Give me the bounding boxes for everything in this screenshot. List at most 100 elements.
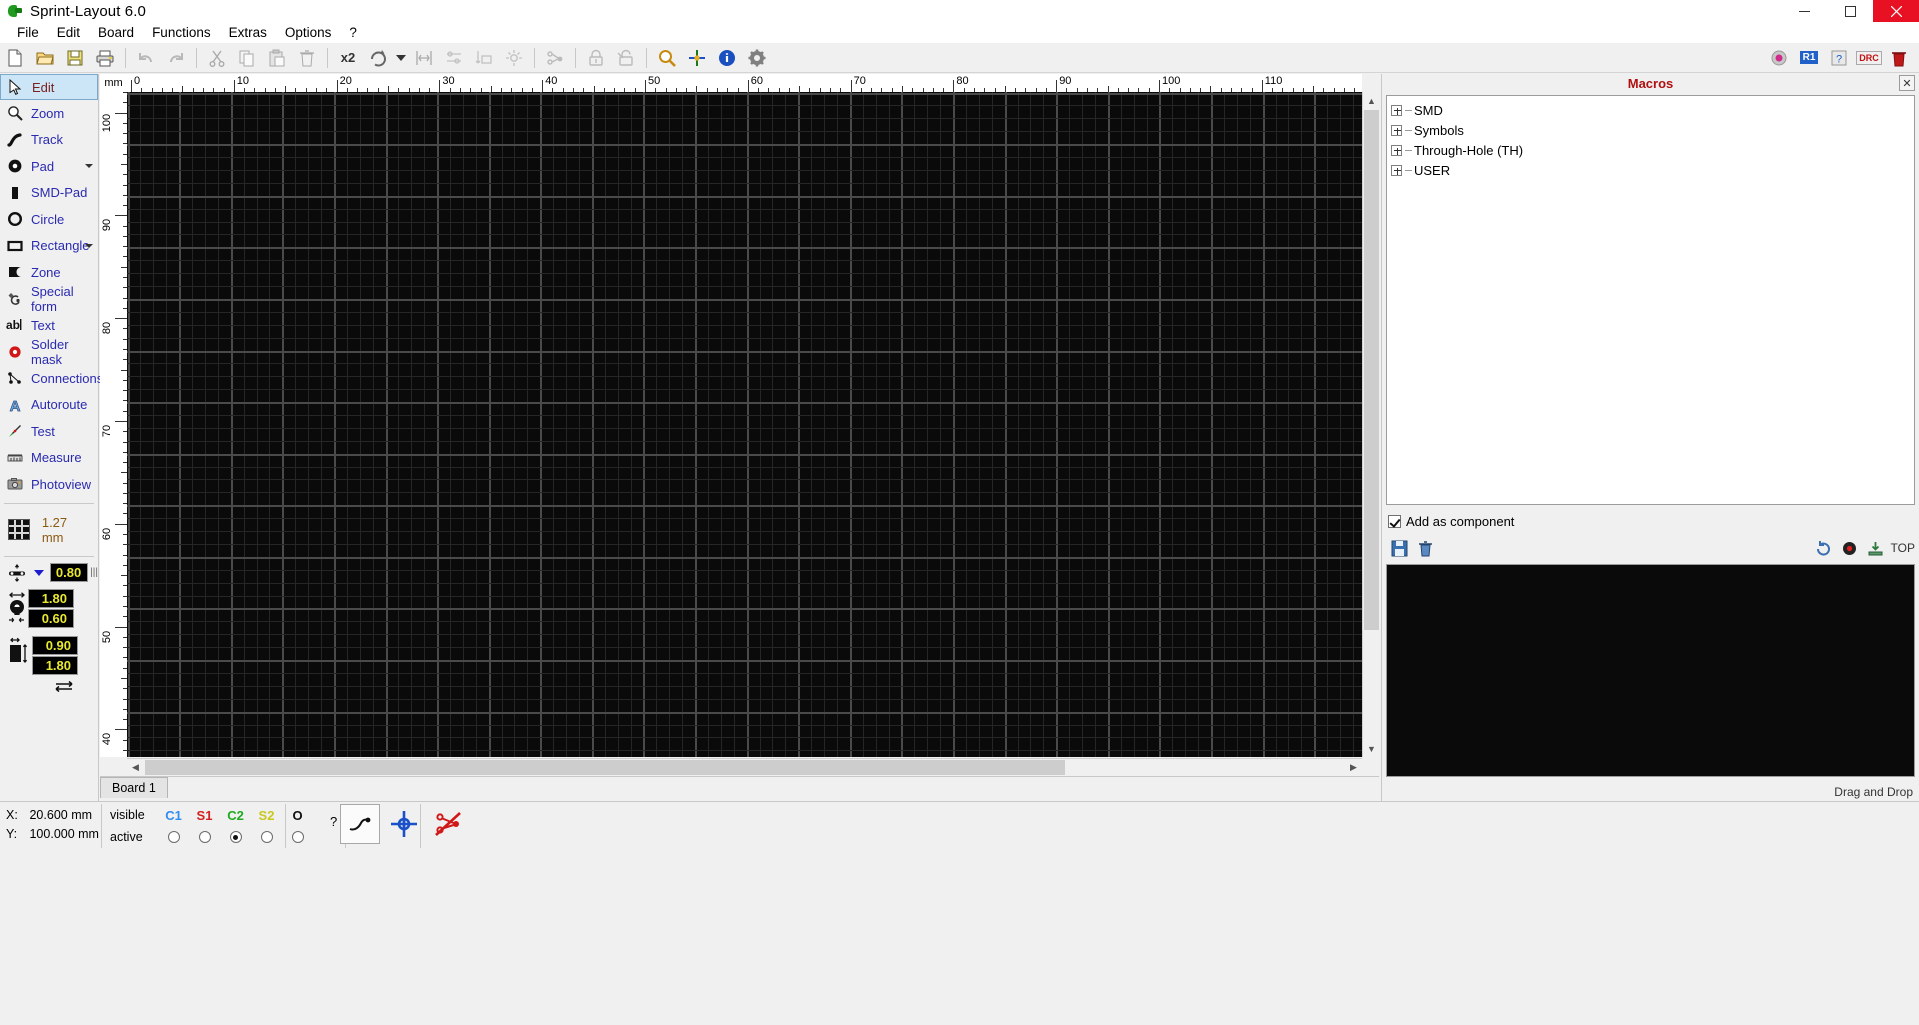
sidebar-item-solder-mask[interactable]: Solder mask bbox=[0, 337, 98, 367]
add-as-component-checkbox[interactable]: Add as component bbox=[1388, 514, 1514, 529]
macro-tree-item-user[interactable]: USER bbox=[1391, 160, 1914, 180]
sidebar-item-zoom[interactable]: Zoom bbox=[0, 100, 98, 127]
cut-icon[interactable] bbox=[203, 45, 231, 71]
swap-arrows-icon[interactable] bbox=[52, 679, 76, 696]
menu-item-extras[interactable]: Extras bbox=[220, 23, 276, 42]
macro-tree-item-symbols[interactable]: Symbols bbox=[1391, 120, 1914, 140]
delete-icon[interactable] bbox=[293, 45, 321, 71]
canvas-horizontal-scrollbar[interactable]: ◀ ▶ bbox=[127, 758, 1362, 775]
canvas-vertical-scrollbar[interactable]: ▲ ▼ bbox=[1362, 92, 1380, 757]
pad-outer-size-value[interactable]: 1.80 bbox=[28, 588, 74, 608]
layer-name-c1[interactable]: C1 bbox=[158, 808, 189, 823]
pad-drill-size-value[interactable]: 0.60 bbox=[28, 608, 74, 628]
crosshair-target-icon[interactable] bbox=[384, 804, 424, 844]
distribute-icon[interactable] bbox=[470, 45, 498, 71]
menu-item-board[interactable]: Board bbox=[89, 23, 143, 42]
rotate-dropdown-icon[interactable] bbox=[394, 45, 408, 71]
close-icon[interactable]: ✕ bbox=[1899, 75, 1915, 91]
rotate-icon[interactable] bbox=[364, 45, 392, 71]
track-width-row[interactable]: 0.80 ||| bbox=[0, 563, 98, 583]
smd-height-value[interactable]: 1.80 bbox=[32, 655, 78, 675]
no-connection-icon[interactable] bbox=[428, 804, 468, 844]
menu-item-functions[interactable]: Functions bbox=[143, 23, 220, 42]
sidebar-item-circle[interactable]: Circle bbox=[0, 206, 98, 233]
macro-tree[interactable]: SMD Symbols Through-Hole (TH) USER bbox=[1386, 95, 1915, 505]
sidebar-item-measure[interactable]: Measure bbox=[0, 445, 98, 472]
drc-icon[interactable]: DRC bbox=[1855, 45, 1883, 71]
save-macro-icon[interactable] bbox=[1386, 536, 1412, 560]
menu-item-help[interactable]: ? bbox=[340, 23, 366, 42]
layer-radio-c1[interactable] bbox=[158, 831, 189, 843]
refresh-macro-icon[interactable] bbox=[1811, 536, 1837, 560]
sidebar-item-zone[interactable]: Zone bbox=[0, 259, 98, 286]
unlock-icon[interactable] bbox=[612, 45, 640, 71]
align-icon[interactable] bbox=[440, 45, 468, 71]
trash-icon[interactable] bbox=[1885, 45, 1913, 71]
macro-tree-item-smd[interactable]: SMD bbox=[1391, 100, 1914, 120]
layer-name-c2[interactable]: C2 bbox=[220, 808, 251, 823]
layer-radio-o[interactable] bbox=[282, 831, 313, 843]
layer-name-s2[interactable]: S2 bbox=[251, 808, 282, 823]
chevron-down-icon[interactable] bbox=[85, 243, 93, 248]
record-macro-icon[interactable] bbox=[1837, 536, 1863, 560]
save-file-icon[interactable] bbox=[61, 45, 89, 71]
track-width-value[interactable]: 0.80 bbox=[50, 563, 89, 582]
group-icon[interactable] bbox=[500, 45, 528, 71]
duplicate-x2-icon[interactable]: x2 bbox=[334, 45, 362, 71]
redo-icon[interactable] bbox=[162, 45, 190, 71]
sidebar-item-photoview[interactable]: Photoview bbox=[0, 471, 98, 498]
sidebar-item-rectangle[interactable]: Rectangle bbox=[0, 233, 98, 260]
vertical-ruler[interactable]: 100 90 80 70 60 50 40 bbox=[100, 92, 127, 757]
board-tab[interactable]: Board 1 bbox=[100, 777, 168, 798]
sidebar-item-test[interactable]: Test bbox=[0, 418, 98, 445]
sidebar-item-special-form[interactable]: Special form bbox=[0, 284, 98, 314]
layer-radio-c2[interactable] bbox=[220, 831, 251, 843]
maximize-icon[interactable] bbox=[1827, 0, 1873, 22]
copy-icon[interactable] bbox=[233, 45, 261, 71]
layer-help-icon[interactable]: ? bbox=[330, 814, 337, 829]
connections-icon[interactable] bbox=[541, 45, 569, 71]
close-icon[interactable] bbox=[1873, 0, 1919, 22]
macro-side-label[interactable]: TOP bbox=[1891, 541, 1915, 555]
layer-name-o[interactable]: O bbox=[282, 808, 313, 823]
help-icon[interactable]: ? bbox=[1825, 45, 1853, 71]
layer-name-s1[interactable]: S1 bbox=[189, 808, 220, 823]
pcb-canvas[interactable] bbox=[127, 92, 1362, 757]
sidebar-item-connections[interactable]: Connections bbox=[0, 365, 103, 392]
settings-gear-icon[interactable] bbox=[743, 45, 771, 71]
checkbox-icon[interactable] bbox=[1388, 515, 1401, 528]
zoom-icon[interactable] bbox=[653, 45, 681, 71]
wire-tool-icon[interactable] bbox=[340, 804, 380, 844]
macro-tree-item-through-hole[interactable]: Through-Hole (TH) bbox=[1391, 140, 1914, 160]
chevron-down-icon[interactable] bbox=[85, 164, 93, 168]
grid-setting-row[interactable]: 1.27 mm bbox=[0, 509, 98, 551]
menu-item-options[interactable]: Options bbox=[276, 23, 341, 42]
layer-radio-s2[interactable] bbox=[251, 831, 282, 843]
horizontal-scroll-thumb[interactable] bbox=[145, 760, 1065, 775]
scroll-left-button[interactable]: ◀ bbox=[127, 759, 144, 776]
horizontal-ruler[interactable]: 0 10 20 30 40 50 60 70 80 90 100 110 bbox=[127, 74, 1362, 92]
sidebar-item-text[interactable]: ab Text bbox=[0, 312, 98, 339]
menu-item-file[interactable]: File bbox=[8, 23, 48, 42]
undo-icon[interactable] bbox=[132, 45, 160, 71]
record-icon[interactable] bbox=[1765, 45, 1793, 71]
sidebar-item-track[interactable]: Track bbox=[0, 127, 98, 154]
paste-icon[interactable] bbox=[263, 45, 291, 71]
smd-width-value[interactable]: 0.90 bbox=[32, 635, 78, 655]
scroll-right-button[interactable]: ▶ bbox=[1345, 759, 1362, 776]
import-macro-icon[interactable] bbox=[1863, 536, 1889, 560]
expand-icon[interactable] bbox=[1391, 124, 1402, 136]
print-icon[interactable] bbox=[91, 45, 119, 71]
new-file-icon[interactable] bbox=[1, 45, 29, 71]
vertical-scroll-thumb[interactable] bbox=[1364, 110, 1379, 630]
layer-r1-icon[interactable]: R1 bbox=[1795, 45, 1823, 71]
expand-icon[interactable] bbox=[1391, 104, 1402, 116]
sidebar-item-autoroute[interactable]: A Autoroute bbox=[0, 392, 98, 419]
crosshair-icon[interactable] bbox=[683, 45, 711, 71]
scroll-down-button[interactable]: ▼ bbox=[1363, 740, 1380, 757]
info-icon[interactable] bbox=[713, 45, 741, 71]
delete-macro-icon[interactable] bbox=[1412, 536, 1438, 560]
track-width-dropdown-icon[interactable] bbox=[34, 569, 44, 576]
expand-icon[interactable] bbox=[1391, 144, 1402, 156]
sidebar-item-smd-pad[interactable]: SMD-Pad bbox=[0, 180, 98, 207]
